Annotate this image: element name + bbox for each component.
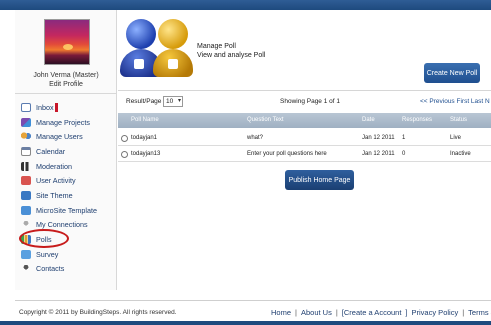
sidebar-divider [15,93,117,94]
sidebar-item-polls[interactable]: Polls [19,229,97,249]
page-title: Manage Poll [197,43,236,50]
column-header[interactable]: Date [362,117,375,123]
column-header[interactable]: Responses [402,117,432,123]
sidebar-item-manage-projects[interactable]: Manage Projects [21,115,97,130]
poll-name: todayjan1 [131,135,158,141]
sidebar-item-manage-users[interactable]: Manage Users [21,129,97,144]
separator: | [462,308,465,317]
poll-people-icon [120,19,193,83]
poll-date: Jan 12 2011 [362,135,395,141]
thumbs-up-icon [134,59,144,69]
unread-badge [54,102,58,112]
sidebar-item-label: Inbox [36,102,54,112]
blue-figure-head [126,19,156,49]
paging-bar: Result/Page 10 Showing Page 1 of 1 << Pr… [118,93,491,111]
users-icon [21,132,31,142]
poll-name: todayjan13 [131,151,161,157]
table-row[interactable]: todayjan13 Enter your poll questions her… [118,147,491,162]
calendar-icon [21,146,31,156]
footer-link-privacy[interactable]: Privacy Policy [412,308,459,317]
sidebar: John Verma (Master) Edit Profile Inbox M… [15,10,117,290]
yellow-figure-head [158,19,188,49]
sidebar-item-label: Calendar [36,146,66,156]
sidebar-item-label: MicroSite Template [36,205,97,215]
avatar-sunset [63,44,73,50]
sidebar-item-label: User Activity [36,176,76,186]
sidebar-item-microsite-template[interactable]: MicroSite Template [21,203,97,218]
inbox-icon [21,102,31,112]
poll-question: Enter your poll questions here [247,151,327,157]
separator: | [335,308,338,317]
sidebar-item-moderation[interactable]: Moderation [21,159,97,174]
table-header: Poll Name Question Text Date Responses S… [118,113,491,128]
sidebar-item-label: Manage Projects [36,117,90,127]
column-header[interactable]: Poll Name [131,117,159,123]
sidebar-item-user-activity[interactable]: User Activity [21,173,97,188]
left-margin [0,10,15,321]
footer-link-home[interactable]: Home [271,308,291,317]
thumbs-down-icon [168,59,178,69]
avatar[interactable] [44,19,90,65]
header-divider [118,90,491,91]
poll-responses: 0 [402,151,406,157]
top-banner [0,0,491,10]
sidebar-item-site-theme[interactable]: Site Theme [21,188,97,203]
pagination-links[interactable]: << Previous First Last N [420,98,490,105]
highlight-circle [19,229,69,249]
edit-profile-link[interactable]: Edit Profile [15,81,117,88]
sidebar-item-survey[interactable]: Survey [21,247,97,262]
column-header[interactable]: Question Text [247,117,284,123]
separator: | [295,308,297,317]
bottom-bar [0,321,491,325]
row-radio[interactable] [121,135,128,142]
result-per-page-label: Result/Page [126,98,162,105]
footer-links: Home | About Us | [Create a Account] Privacy … [271,308,491,317]
page-status: Showing Page 1 of 1 [280,98,340,105]
poll-question: what? [247,135,264,141]
survey-icon [21,249,31,259]
sidebar-item-label: Moderation [36,161,72,171]
sidebar-item-label: Manage Users [36,132,83,142]
poll-status: Live [450,135,462,141]
sidebar-item-calendar[interactable]: Calendar [21,144,97,159]
sidebar-item-label: My Connections [36,220,88,230]
create-new-poll-button[interactable]: Create New Poll [424,63,480,83]
sidebar-item-label: Survey [36,249,59,259]
page-header: Manage Poll View and analyse Poll Create… [118,13,491,87]
theme-icon [21,190,31,200]
poll-date: Jan 12 2011 [362,151,395,157]
column-header[interactable]: Status [450,117,467,123]
sidebar-item-label: Contacts [36,264,65,274]
sidebar-item-inbox[interactable]: Inbox [21,100,97,115]
footer-link-about[interactable]: About Us [301,308,332,317]
moderation-icon [21,161,31,171]
footer-divider [15,300,491,301]
contacts-icon [21,264,31,274]
footer-link-terms[interactable]: Terms & [468,308,491,317]
connections-icon [21,220,31,230]
footer-link-label: Create a Account [343,308,402,317]
table-row[interactable]: todayjan1 what? Jan 12 2011 1 Live [118,131,491,146]
footer-link-create-account[interactable]: [Create a Account] [342,308,408,317]
publish-home-page-button[interactable]: Publish Home Page [285,170,354,190]
microsite-icon [21,205,31,215]
sidebar-menu: Inbox Manage Projects Manage Users Calen… [19,100,97,277]
poll-status: Inactive [450,151,471,157]
activity-icon [21,176,31,186]
row-radio[interactable] [121,151,128,158]
sidebar-item-contacts[interactable]: Contacts [21,262,97,277]
per-page-select[interactable]: 10 [163,96,183,107]
projects-icon [21,117,31,127]
poll-responses: 1 [402,135,406,141]
user-name: John Verma (Master) [33,72,99,79]
sidebar-item-label: Site Theme [36,190,73,200]
copyright-text: Copyright © 2011 by BuildingSteps. All r… [19,309,177,316]
page-subtitle: View and analyse Poll [197,52,266,59]
